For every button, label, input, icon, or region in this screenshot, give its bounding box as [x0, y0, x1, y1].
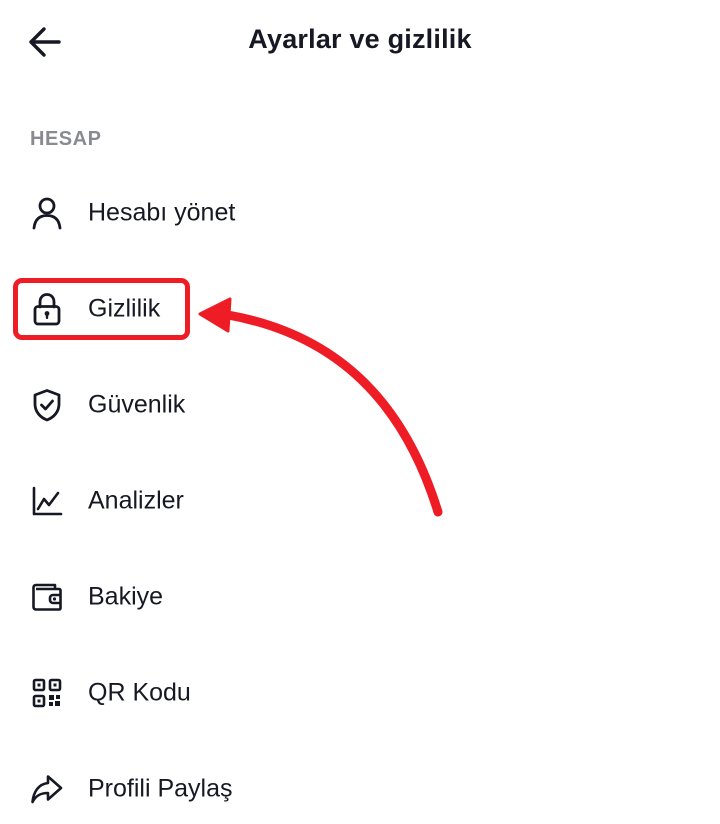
menu-item-analytics[interactable]: Analizler	[0, 466, 720, 536]
shield-check-icon	[30, 388, 64, 422]
menu-item-qr-code[interactable]: QR Kodu	[0, 658, 720, 728]
menu-item-label: Hesabı yönet	[88, 198, 236, 227]
wallet-icon	[30, 580, 64, 614]
menu-item-label: Gizlilik	[88, 294, 161, 323]
person-icon	[30, 196, 64, 230]
menu-item-label: Bakiye	[88, 582, 164, 611]
line-chart-icon	[30, 484, 64, 518]
menu-item-label: Güvenlik	[88, 390, 186, 419]
menu-item-security[interactable]: Güvenlik	[0, 370, 720, 440]
share-icon	[30, 772, 64, 806]
menu-item-share-profile[interactable]: Profili Paylaş	[0, 754, 720, 824]
header: Ayarlar ve gizlilik	[0, 0, 720, 84]
menu-item-label: QR Kodu	[88, 678, 191, 707]
menu-item-balance[interactable]: Bakiye	[0, 562, 720, 632]
menu-item-label: Profili Paylaş	[88, 774, 233, 803]
menu-item-privacy[interactable]: Gizlilik	[0, 274, 720, 344]
page-title: Ayarlar ve gizlilik	[248, 24, 472, 54]
section-label-account: HESAP	[30, 128, 102, 150]
menu-item-manage-account[interactable]: Hesabı yönet	[0, 178, 720, 248]
lock-icon	[30, 292, 64, 326]
menu-item-label: Analizler	[88, 486, 184, 515]
qr-code-icon	[30, 676, 64, 710]
